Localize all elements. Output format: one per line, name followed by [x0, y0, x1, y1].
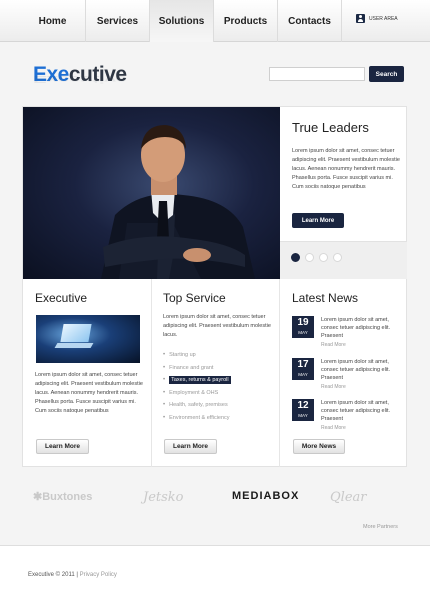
laptop-base	[54, 343, 94, 348]
user-area-label: USER AREA	[369, 15, 398, 22]
partner-logo-buxtones[interactable]: ✱Buxtones	[33, 490, 92, 503]
news-item: 19 MAY Lorem ipsum dolor sit amet, conse…	[292, 316, 400, 352]
nav-products-label: Products	[223, 15, 268, 27]
service-item-label: Finance and grant	[169, 364, 214, 371]
service-item[interactable]: Employment & OHS	[163, 387, 231, 400]
executive-text: Lorem ipsum dolor sit amet, consec tetue…	[35, 372, 143, 414]
column-divider	[279, 279, 280, 467]
nav-services-label: Services	[96, 15, 139, 27]
service-item-label: Employment & OHS	[169, 389, 219, 396]
service-item-label: Health, safety, premises	[169, 402, 228, 409]
slider-dot-3[interactable]	[319, 253, 328, 262]
nav-contacts-label: Contacts	[288, 15, 331, 27]
partner-logo-qlear[interactable]: Qlear	[330, 490, 366, 505]
businessman-illustration	[101, 125, 255, 279]
news-day: 12	[297, 400, 309, 411]
service-item-label: Starting up	[169, 352, 196, 359]
partner-logo-jetsko[interactable]: Jetsko	[143, 490, 184, 505]
slide-text: Lorem ipsum dolor sit amet, consec tetue…	[292, 148, 400, 190]
news-month: MAY	[298, 372, 308, 377]
news-text: Lorem ipsum dolor sit amet, consec tetue…	[321, 359, 391, 381]
nav-home-label: Home	[38, 15, 67, 27]
main-nav: Home Services Solutions Products Contact…	[20, 0, 342, 42]
news-item: 12 MAY Lorem ipsum dolor sit amet, conse…	[292, 399, 400, 435]
asterisk-icon: ✱	[33, 491, 43, 503]
more-partners-link[interactable]: More Partners	[363, 524, 398, 530]
hero-slider: True Leaders Lorem ipsum dolor sit amet,…	[22, 106, 407, 279]
nav-services[interactable]: Services	[86, 0, 150, 42]
service-item[interactable]: Starting up	[163, 349, 231, 362]
service-item[interactable]: Finance and grant	[163, 362, 231, 375]
news-month: MAY	[298, 413, 308, 418]
content-columns: Executive Lorem ipsum dolor sit amet, co…	[22, 279, 407, 467]
nav-contacts[interactable]: Contacts	[278, 0, 342, 42]
laptop-image	[36, 315, 140, 363]
hero-image-businessman	[23, 107, 280, 279]
user-area-link[interactable]: USER AREA	[356, 14, 398, 23]
top-service-title: Top Service	[163, 291, 226, 305]
service-item-label: Taxes, returns & payroll	[169, 376, 231, 385]
nav-solutions-label: Solutions	[158, 15, 205, 27]
service-item-active[interactable]: Taxes, returns & payroll	[163, 374, 231, 387]
service-item[interactable]: Environment & efficiency	[163, 412, 231, 425]
user-icon	[356, 14, 365, 23]
news-item: 17 MAY Lorem ipsum dolor sit amet, conse…	[292, 358, 400, 394]
slider-dot-1[interactable]	[291, 253, 300, 262]
partner-name: Buxtones	[42, 491, 93, 503]
service-item-label: Environment & efficiency	[169, 414, 230, 421]
nav-products[interactable]: Products	[214, 0, 278, 42]
slider-dot-2[interactable]	[305, 253, 314, 262]
latest-news-title: Latest News	[292, 291, 359, 305]
nav-solutions[interactable]: Solutions	[150, 0, 214, 42]
news-day: 19	[297, 317, 309, 328]
slide-title: True Leaders	[292, 120, 369, 135]
news-date: 12 MAY	[292, 399, 314, 421]
top-navigation-bar: Home Services Solutions Products Contact…	[0, 0, 430, 42]
service-item[interactable]: Health, safety, premises	[163, 399, 231, 412]
news-text: Lorem ipsum dolor sit amet, consec tetue…	[321, 400, 391, 422]
service-list: Starting up Finance and grant Taxes, ret…	[163, 349, 231, 424]
top-service-text: Lorem ipsum dolor sit amet, consec tetue…	[163, 314, 271, 338]
copyright-text: Executive © 2011	[28, 572, 75, 578]
logo-reflection: Executive	[33, 73, 127, 86]
news-read-more-link[interactable]: Read More	[321, 384, 346, 390]
footer-separator: |	[76, 572, 78, 578]
top-service-learn-more-button[interactable]: Learn More	[164, 439, 217, 454]
news-day: 17	[297, 359, 309, 370]
search-input[interactable]	[269, 67, 365, 81]
slider-dot-4[interactable]	[333, 253, 342, 262]
footer-text: Executive © 2011 | Privacy Policy	[28, 572, 117, 578]
partner-logo-mediabox[interactable]: MEDIABOX	[232, 490, 299, 502]
privacy-policy-link[interactable]: Privacy Policy	[80, 572, 117, 578]
news-date: 19 MAY	[292, 316, 314, 338]
logo-reflection-accent: Exe	[33, 73, 69, 86]
nav-home[interactable]: Home	[20, 0, 86, 42]
laptop-screen	[60, 324, 92, 342]
news-read-more-link[interactable]: Read More	[321, 425, 346, 431]
news-text: Lorem ipsum dolor sit amet, consec tetue…	[321, 317, 391, 339]
column-divider	[151, 279, 152, 467]
executive-learn-more-button[interactable]: Learn More	[36, 439, 89, 454]
news-month: MAY	[298, 330, 308, 335]
search-button[interactable]: Search	[369, 66, 404, 82]
more-news-button[interactable]: More News	[293, 439, 345, 454]
executive-title: Executive	[35, 291, 88, 305]
news-date: 17 MAY	[292, 358, 314, 380]
news-read-more-link[interactable]: Read More	[321, 342, 346, 348]
slide-learn-more-button[interactable]: Learn More	[292, 213, 344, 228]
footer: Executive © 2011 | Privacy Policy	[0, 545, 430, 611]
logo-reflection-rest: cutive	[68, 73, 127, 86]
